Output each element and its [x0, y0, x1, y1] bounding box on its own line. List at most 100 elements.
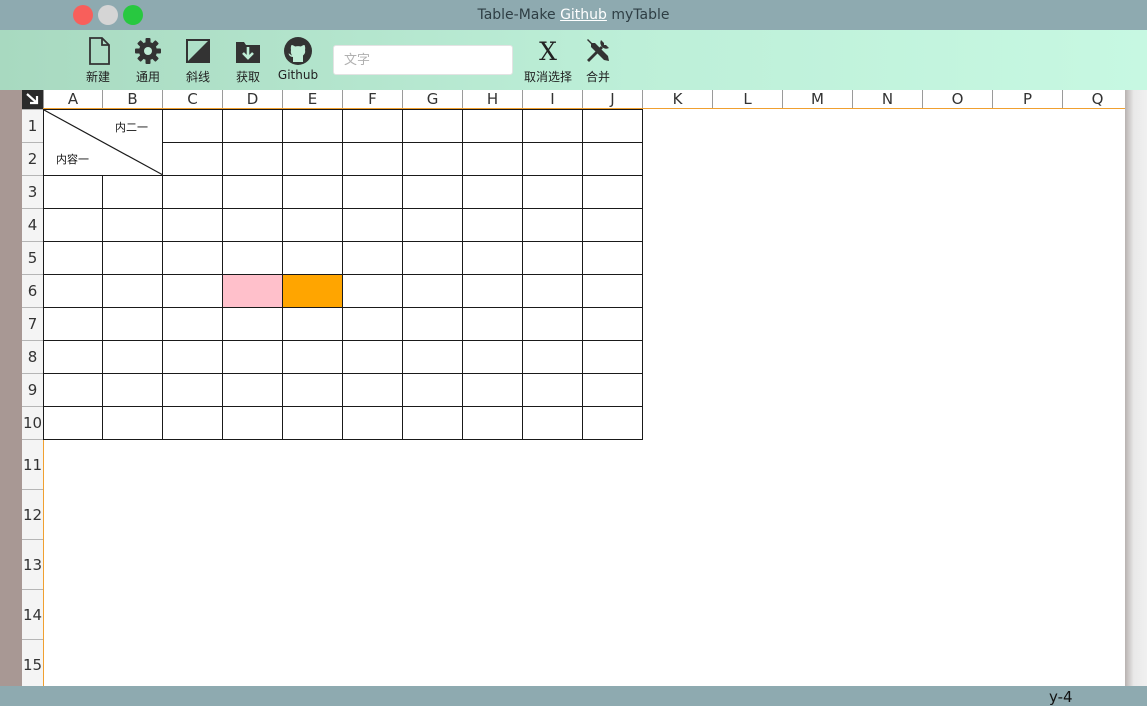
cell-h8[interactable]: [463, 341, 523, 374]
row-header-4[interactable]: 4: [22, 208, 43, 241]
row-header-2[interactable]: 2: [22, 142, 43, 175]
cell-i3[interactable]: [523, 176, 583, 209]
cell-c9[interactable]: [163, 374, 223, 407]
cell-f2[interactable]: [343, 143, 403, 176]
cell-h1[interactable]: [463, 110, 523, 143]
diagonal-button[interactable]: 斜线: [171, 35, 225, 87]
cell-c1[interactable]: [163, 110, 223, 143]
cell-g1[interactable]: [403, 110, 463, 143]
cell-c7[interactable]: [163, 308, 223, 341]
cell-i6[interactable]: [523, 275, 583, 308]
cell-f10[interactable]: [343, 407, 403, 440]
row-header-14[interactable]: 14: [22, 589, 43, 639]
cell-c5[interactable]: [163, 242, 223, 275]
cell-j2[interactable]: [583, 143, 643, 176]
fetch-button[interactable]: 获取: [221, 35, 275, 87]
cell-g6[interactable]: [403, 275, 463, 308]
column-header-l[interactable]: L: [712, 90, 782, 108]
cell-d7[interactable]: [223, 308, 283, 341]
column-header-d[interactable]: D: [222, 90, 282, 108]
github-title-link[interactable]: Github: [560, 7, 607, 23]
cell-f3[interactable]: [343, 176, 403, 209]
column-header-e[interactable]: E: [282, 90, 342, 108]
diagonal-merged-cell[interactable]: 内二一 内容一: [44, 110, 163, 176]
cell-e2[interactable]: [283, 143, 343, 176]
cell-h2[interactable]: [463, 143, 523, 176]
cell-a5[interactable]: [44, 242, 103, 275]
cell-g5[interactable]: [403, 242, 463, 275]
column-header-n[interactable]: N: [852, 90, 922, 108]
column-header-g[interactable]: G: [402, 90, 462, 108]
cell-j9[interactable]: [583, 374, 643, 407]
cell-d10[interactable]: [223, 407, 283, 440]
cell-g2[interactable]: [403, 143, 463, 176]
cell-i10[interactable]: [523, 407, 583, 440]
cell-i4[interactable]: [523, 209, 583, 242]
column-header-q[interactable]: Q: [1062, 90, 1125, 108]
general-button[interactable]: 通用: [121, 35, 175, 87]
cell-a3[interactable]: [44, 176, 103, 209]
cell-j1[interactable]: [583, 110, 643, 143]
row-header-8[interactable]: 8: [22, 340, 43, 373]
cell-g10[interactable]: [403, 407, 463, 440]
cell-a10[interactable]: [44, 407, 103, 440]
cell-a6[interactable]: [44, 275, 103, 308]
cell-b10[interactable]: [103, 407, 163, 440]
cell-e9[interactable]: [283, 374, 343, 407]
cell-f1[interactable]: [343, 110, 403, 143]
row-header-1[interactable]: 1: [22, 109, 43, 142]
cell-d9[interactable]: [223, 374, 283, 407]
cell-c6[interactable]: [163, 275, 223, 308]
cell-b3[interactable]: [103, 176, 163, 209]
cell-g4[interactable]: [403, 209, 463, 242]
row-header-7[interactable]: 7: [22, 307, 43, 340]
cell-d3[interactable]: [223, 176, 283, 209]
row-header-15[interactable]: 15: [22, 639, 43, 686]
select-all-corner[interactable]: [22, 90, 43, 109]
cell-h4[interactable]: [463, 209, 523, 242]
github-button[interactable]: Github: [271, 35, 325, 87]
cell-d4[interactable]: [223, 209, 283, 242]
spreadsheet[interactable]: ABCDEFGHIJKLMNOPQ 1 2 3 4 5 6 7 8 9 10 11 12 13 14 15 …: [22, 90, 1125, 686]
text-input[interactable]: [333, 45, 513, 75]
cell-e7[interactable]: [283, 308, 343, 341]
row-header-13[interactable]: 13: [22, 539, 43, 589]
column-header-a[interactable]: A: [43, 90, 102, 108]
cell-c3[interactable]: [163, 176, 223, 209]
row-header-12[interactable]: 12: [22, 489, 43, 539]
cell-b5[interactable]: [103, 242, 163, 275]
cell-j5[interactable]: [583, 242, 643, 275]
cell-i5[interactable]: [523, 242, 583, 275]
row-header-5[interactable]: 5: [22, 241, 43, 274]
cell-a9[interactable]: [44, 374, 103, 407]
cell-a4[interactable]: [44, 209, 103, 242]
cell-i1[interactable]: [523, 110, 583, 143]
cell-f9[interactable]: [343, 374, 403, 407]
cell-c4[interactable]: [163, 209, 223, 242]
cell-j7[interactable]: [583, 308, 643, 341]
cell-j8[interactable]: [583, 341, 643, 374]
column-header-j[interactable]: J: [582, 90, 642, 108]
merge-button[interactable]: 合并: [571, 35, 625, 87]
cell-e4[interactable]: [283, 209, 343, 242]
column-header-i[interactable]: I: [522, 90, 582, 108]
cell-a7[interactable]: [44, 308, 103, 341]
column-header-c[interactable]: C: [162, 90, 222, 108]
cell-i2[interactable]: [523, 143, 583, 176]
cell-g8[interactable]: [403, 341, 463, 374]
cell-h10[interactable]: [463, 407, 523, 440]
cell-j4[interactable]: [583, 209, 643, 242]
cell-h3[interactable]: [463, 176, 523, 209]
cell-j6[interactable]: [583, 275, 643, 308]
cell-i9[interactable]: [523, 374, 583, 407]
cell-b9[interactable]: [103, 374, 163, 407]
cell-c2[interactable]: [163, 143, 223, 176]
cell-d1[interactable]: [223, 110, 283, 143]
cell-g7[interactable]: [403, 308, 463, 341]
cell-d6[interactable]: [223, 275, 283, 308]
cell-b4[interactable]: [103, 209, 163, 242]
row-header-11[interactable]: 11: [22, 439, 43, 489]
cell-d2[interactable]: [223, 143, 283, 176]
column-header-p[interactable]: P: [992, 90, 1062, 108]
cell-f7[interactable]: [343, 308, 403, 341]
